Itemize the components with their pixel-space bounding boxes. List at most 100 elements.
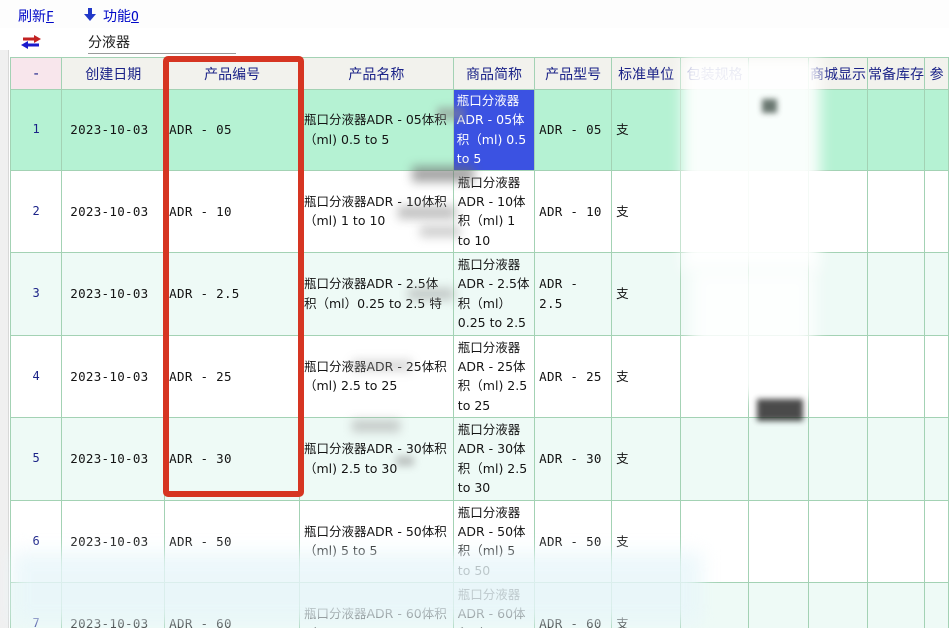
- table-cell-date[interactable]: 2023-10-03: [62, 500, 165, 583]
- table-row[interactable]: 62023-10-03ADR - 50瓶口分液器ADR - 50体积（ml) 5…: [11, 500, 949, 583]
- table-cell-model[interactable]: ADR - 05: [535, 90, 612, 171]
- column-header-model[interactable]: 产品型号: [535, 58, 612, 90]
- column-header-short_name[interactable]: 商品简称: [453, 58, 534, 90]
- table-cell-blank[interactable]: [749, 90, 809, 171]
- table-cell-num[interactable]: 1: [11, 90, 62, 171]
- table-cell-date[interactable]: 2023-10-03: [62, 583, 165, 628]
- table-cell-partial[interactable]: [925, 583, 949, 628]
- table-cell-date[interactable]: 2023-10-03: [62, 335, 165, 418]
- table-cell-partial[interactable]: [925, 253, 949, 336]
- table-cell-date[interactable]: 2023-10-03: [62, 90, 165, 171]
- table-cell-pack[interactable]: [681, 418, 749, 501]
- table-cell-model[interactable]: ADR - 50: [535, 500, 612, 583]
- table-cell-date[interactable]: 2023-10-03: [62, 418, 165, 501]
- table-cell-code[interactable]: ADR - 05: [165, 90, 300, 171]
- table-cell-partial[interactable]: [925, 500, 949, 583]
- column-header-partial[interactable]: 参: [925, 58, 949, 90]
- table-cell-mall[interactable]: [808, 90, 867, 171]
- table-cell-model[interactable]: ADR - 25: [535, 335, 612, 418]
- table-cell-partial[interactable]: [925, 335, 949, 418]
- column-header-stock[interactable]: 常备库存: [868, 58, 925, 90]
- table-cell-partial[interactable]: [925, 418, 949, 501]
- table-cell-short_name[interactable]: 瓶口分液器ADR - 10体积（ml) 1 to 10: [453, 170, 534, 253]
- table-cell-stock[interactable]: [868, 418, 925, 501]
- table-cell-model[interactable]: ADR - 60: [535, 583, 612, 628]
- table-cell-blank[interactable]: [749, 583, 809, 628]
- table-cell-stock[interactable]: [868, 253, 925, 336]
- table-cell-blank[interactable]: [749, 253, 809, 336]
- table-cell-unit[interactable]: 支: [612, 170, 681, 253]
- table-cell-num[interactable]: 4: [11, 335, 62, 418]
- table-cell-short_name[interactable]: 瓶口分液器ADR - 50体积（ml) 5 to 50: [453, 500, 534, 583]
- table-cell-model[interactable]: ADR - 10: [535, 170, 612, 253]
- table-row[interactable]: 42023-10-03ADR - 25瓶口分液器ADR - 25体积（ml) 2…: [11, 335, 949, 418]
- column-header-code[interactable]: 产品编号: [165, 58, 300, 90]
- column-header-name[interactable]: 产品名称: [300, 58, 454, 90]
- table-cell-short_name[interactable]: 瓶口分液器ADR - 05体积（ml) 0.5 to 5: [453, 90, 534, 171]
- table-cell-short_name[interactable]: 瓶口分液器ADR - 30体积（ml) 2.5 to 30: [453, 418, 534, 501]
- table-cell-stock[interactable]: [868, 583, 925, 628]
- table-row[interactable]: 12023-10-03ADR - 05瓶口分液器ADR - 05体积（ml) 0…: [11, 90, 949, 171]
- swap-horizontal-icon[interactable]: [20, 34, 42, 50]
- column-header-unit[interactable]: 标准单位: [612, 58, 681, 90]
- table-cell-code[interactable]: ADR - 25: [165, 335, 300, 418]
- table-cell-name[interactable]: 瓶口分液器ADR - 25体积（ml) 2.5 to 25: [300, 335, 454, 418]
- table-cell-date[interactable]: 2023-10-03: [62, 170, 165, 253]
- table-cell-code[interactable]: ADR - 2.5: [165, 253, 300, 336]
- table-cell-short_name[interactable]: 瓶口分液器ADR - 25体积（ml) 2.5 to 25: [453, 335, 534, 418]
- table-cell-name[interactable]: 瓶口分液器ADR - 05体积（ml) 0.5 to 5: [300, 90, 454, 171]
- table-cell-unit[interactable]: 支: [612, 500, 681, 583]
- table-cell-blank[interactable]: [749, 500, 809, 583]
- table-cell-num[interactable]: 3: [11, 253, 62, 336]
- table-cell-pack[interactable]: [681, 500, 749, 583]
- table-cell-blank[interactable]: [749, 335, 809, 418]
- table-cell-name[interactable]: 瓶口分液器ADR - 2.5体积（ml）0.25 to 2.5 特: [300, 253, 454, 336]
- table-cell-stock[interactable]: [868, 500, 925, 583]
- table-cell-date[interactable]: 2023-10-03: [62, 253, 165, 336]
- table-cell-pack[interactable]: [681, 90, 749, 171]
- table-cell-code[interactable]: ADR - 10: [165, 170, 300, 253]
- column-header-blank[interactable]: [749, 58, 809, 90]
- table-row[interactable]: 22023-10-03ADR - 10瓶口分液器ADR - 10体积（ml) 1…: [11, 170, 949, 253]
- search-input[interactable]: [88, 30, 236, 54]
- table-cell-code[interactable]: ADR - 50: [165, 500, 300, 583]
- table-row[interactable]: 32023-10-03ADR - 2.5瓶口分液器ADR - 2.5体积（ml）…: [11, 253, 949, 336]
- table-cell-unit[interactable]: 支: [612, 583, 681, 628]
- table-row[interactable]: 72023-10-03ADR - 60瓶口分液器ADR - 60体积（ml) 5…: [11, 583, 949, 628]
- column-header-num[interactable]: -: [11, 58, 62, 90]
- dropdown-arrow-icon[interactable]: [83, 7, 97, 22]
- table-cell-name[interactable]: 瓶口分液器ADR - 30体积（ml) 2.5 to 30: [300, 418, 454, 501]
- column-header-pack[interactable]: 包装规格: [681, 58, 749, 90]
- column-header-mall[interactable]: 商城显示: [808, 58, 867, 90]
- functions-button[interactable]: 功能O: [103, 6, 139, 26]
- table-cell-mall[interactable]: [808, 335, 867, 418]
- table-cell-name[interactable]: 瓶口分液器ADR - 60体积（ml) 5 to 60: [300, 583, 454, 628]
- table-cell-partial[interactable]: [925, 90, 949, 171]
- table-cell-name[interactable]: 瓶口分液器ADR - 50体积（ml) 5 to 5: [300, 500, 454, 583]
- table-cell-unit[interactable]: 支: [612, 418, 681, 501]
- table-cell-code[interactable]: ADR - 30: [165, 418, 300, 501]
- table-cell-stock[interactable]: [868, 170, 925, 253]
- table-cell-num[interactable]: 2: [11, 170, 62, 253]
- table-cell-num[interactable]: 6: [11, 500, 62, 583]
- table-cell-mall[interactable]: [808, 418, 867, 501]
- table-cell-mall[interactable]: [808, 253, 867, 336]
- column-header-date[interactable]: 创建日期: [62, 58, 165, 90]
- table-row[interactable]: 52023-10-03ADR - 30瓶口分液器ADR - 30体积（ml) 2…: [11, 418, 949, 501]
- table-cell-unit[interactable]: 支: [612, 253, 681, 336]
- table-cell-model[interactable]: ADR - 30: [535, 418, 612, 501]
- table-cell-pack[interactable]: [681, 170, 749, 253]
- table-cell-partial[interactable]: [925, 170, 949, 253]
- table-cell-name[interactable]: 瓶口分液器ADR - 10体积（ml) 1 to 10: [300, 170, 454, 253]
- table-cell-unit[interactable]: 支: [612, 90, 681, 171]
- table-cell-unit[interactable]: 支: [612, 335, 681, 418]
- table-cell-pack[interactable]: [681, 335, 749, 418]
- table-cell-model[interactable]: ADR - 2.5: [535, 253, 612, 336]
- refresh-button[interactable]: 刷新F: [18, 6, 54, 26]
- table-cell-short_name[interactable]: 瓶口分液器ADR - 60体积（ml) 5 to 60: [453, 583, 534, 628]
- table-cell-code[interactable]: ADR - 60: [165, 583, 300, 628]
- table-cell-mall[interactable]: [808, 500, 867, 583]
- table-cell-short_name[interactable]: 瓶口分液器ADR - 2.5体积（ml）0.25 to 2.5: [453, 253, 534, 336]
- table-cell-stock[interactable]: [868, 90, 925, 171]
- table-cell-mall[interactable]: [808, 170, 867, 253]
